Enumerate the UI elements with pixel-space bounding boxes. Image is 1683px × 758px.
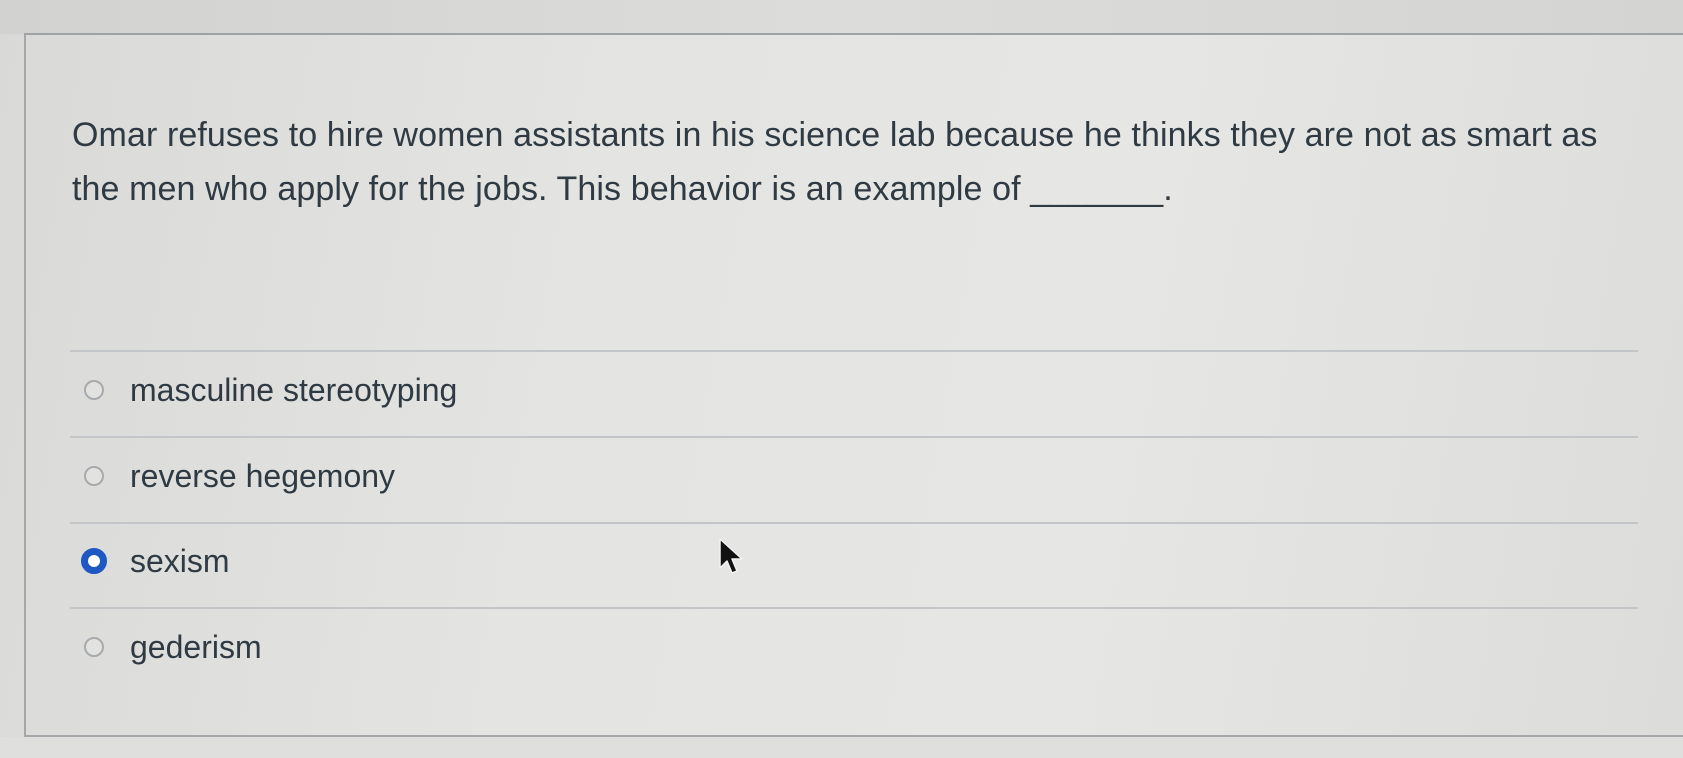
answer-divider [70,436,1638,438]
answer-option-gederism[interactable]: gederism [84,622,1624,672]
bottom-strip [0,737,1683,758]
answer-option-sexism[interactable]: sexism [81,536,1624,586]
radio-unchecked-icon[interactable] [84,637,104,657]
answers-top-divider [70,350,1638,352]
answer-option-masculine-stereotyping[interactable]: masculine stereotyping [84,365,1624,415]
mouse-pointer-icon [719,538,743,574]
answer-divider [70,522,1638,524]
answer-label: reverse hegemony [130,457,396,494]
question-text: Omar refuses to hire women assistants in… [72,116,1598,208]
radio-checked-icon[interactable] [81,548,107,574]
answer-divider [70,607,1638,609]
answer-label: masculine stereotyping [130,371,458,408]
answer-label: sexism [130,542,230,579]
answer-option-reverse-hegemony[interactable]: reverse hegemony [84,451,1624,501]
radio-unchecked-icon[interactable] [84,466,104,486]
top-header-strip [0,0,1683,34]
radio-unchecked-icon[interactable] [84,380,104,400]
answer-label: gederism [130,628,262,665]
